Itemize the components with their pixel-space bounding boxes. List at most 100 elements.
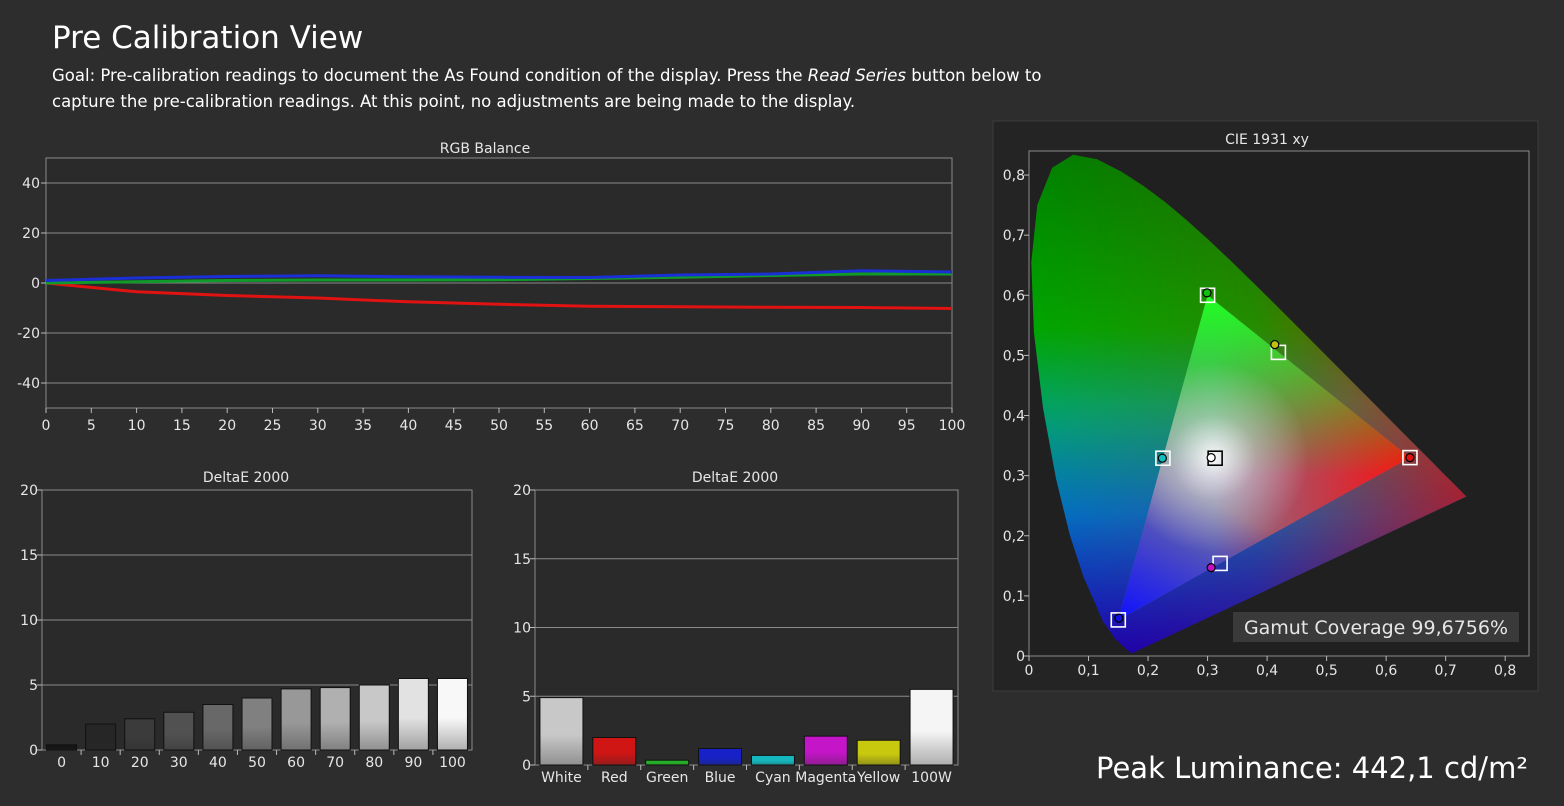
cie-measured-point bbox=[1202, 288, 1212, 298]
cie-ytick-label: 0,8 bbox=[1003, 168, 1025, 184]
deltae-bar bbox=[241, 697, 273, 751]
deltae-xtick-label: 40 bbox=[209, 755, 227, 771]
rgb-xtick-label: 55 bbox=[535, 418, 553, 434]
cie-xtick-label: 0,2 bbox=[1137, 663, 1159, 679]
rgb-balance-chart: RGB Balance 40 20 0 -20 -40 0 5 10 15 20 25 30 35 40 4… bbox=[17, 141, 966, 434]
deltae-ytick-label: 15 bbox=[20, 548, 38, 564]
deltae-xtick-label: 20 bbox=[131, 755, 149, 771]
deltae-xtick-label: Red bbox=[601, 770, 628, 786]
rgb-xtick-label: 35 bbox=[354, 418, 372, 434]
deltae-xtick-label: Blue bbox=[705, 770, 736, 786]
deltae-xtick-label: 30 bbox=[170, 755, 188, 771]
cie-measured-point bbox=[1114, 613, 1124, 623]
cie-ytick-label: 0,3 bbox=[1003, 469, 1025, 485]
deltae-grayscale-title: DeltaE 2000 bbox=[203, 470, 289, 486]
deltae-colors-chart: DeltaE 2000 20 15 10 5 0 White Red Green Blue Cya… bbox=[513, 470, 959, 786]
rgb-xtick-label: 75 bbox=[717, 418, 735, 434]
deltae-bar bbox=[909, 688, 954, 766]
cie-ytick-label: 0,6 bbox=[1003, 288, 1025, 304]
deltae-xtick-label: 0 bbox=[57, 755, 66, 771]
rgb-ytick-label: -40 bbox=[17, 376, 40, 392]
rgb-xtick-label: 85 bbox=[807, 418, 825, 434]
deltae-bar bbox=[698, 748, 743, 766]
deltae-xtick-label: Cyan bbox=[755, 770, 791, 786]
deltae-bar bbox=[163, 711, 195, 751]
deltae-xtick-label: 50 bbox=[248, 755, 266, 771]
cie-xtick-label: 0,7 bbox=[1435, 663, 1457, 679]
deltae-xtick-label: 100W bbox=[911, 770, 952, 786]
deltae-xtick-label: Magenta bbox=[795, 770, 856, 786]
cie-title: CIE 1931 xy bbox=[1225, 132, 1309, 148]
deltae-grayscale-chart: DeltaE 2000 201510500 10 20 30 40 50 60 70 80 90 1… bbox=[20, 470, 473, 771]
rgb-xtick-label: 0 bbox=[42, 418, 51, 434]
rgb-xtick-label: 100 bbox=[939, 418, 966, 434]
deltae-bar bbox=[124, 718, 156, 751]
deltae-bar bbox=[645, 759, 690, 766]
rgb-xtick-label: 70 bbox=[671, 418, 689, 434]
rgb-xtick-label: 20 bbox=[218, 418, 236, 434]
deltae-bar bbox=[85, 723, 117, 751]
deltae-xtick-label: Yellow bbox=[856, 770, 900, 786]
deltae-bar bbox=[856, 739, 901, 766]
cie-xtick-label: 0 bbox=[1025, 663, 1034, 679]
deltae-bar bbox=[539, 697, 584, 766]
cie-ytick-label: 0 bbox=[1016, 649, 1025, 665]
cie-xtick-label: 0,3 bbox=[1196, 663, 1218, 679]
deltae-xtick-label: Green bbox=[646, 770, 688, 786]
rgb-xtick-label: 45 bbox=[445, 418, 463, 434]
rgb-xtick-label: 25 bbox=[264, 418, 282, 434]
deltae-bar bbox=[803, 735, 848, 766]
cie-xtick-label: 0,6 bbox=[1375, 663, 1397, 679]
cie-ytick-label: 0,5 bbox=[1003, 348, 1025, 364]
page-title: Pre Calibration View bbox=[52, 20, 364, 56]
cie-1931-chart: CIE 1931 xy 0 0,1 0,2 0,3 0,4 0,5 0,6 0,7 0,8 0,8… bbox=[992, 120, 1539, 692]
rgb-xtick-label: 65 bbox=[626, 418, 644, 434]
rgb-xtick-label: 50 bbox=[490, 418, 508, 434]
gamut-coverage-label: Gamut Coverage 99,6756% bbox=[1244, 617, 1508, 639]
rgb-xtick-label: 40 bbox=[399, 418, 417, 434]
deltae-xtick-label: 90 bbox=[404, 755, 422, 771]
read-series-reference: Read Series bbox=[807, 66, 906, 85]
rgb-xtick-label: 90 bbox=[852, 418, 870, 434]
rgb-xtick-label: 5 bbox=[87, 418, 96, 434]
rgb-xtick-label: 15 bbox=[173, 418, 191, 434]
rgb-xtick-label: 95 bbox=[898, 418, 916, 434]
rgb-ytick-label: 0 bbox=[31, 276, 40, 292]
deltae-ytick-label: 10 bbox=[513, 621, 531, 637]
cie-ytick-label: 0,1 bbox=[1003, 589, 1025, 605]
goal-description: Goal: Pre-calibration readings to docume… bbox=[52, 63, 1052, 115]
deltae-ytick-label: 0 bbox=[29, 743, 38, 759]
rgb-xtick-label: 60 bbox=[581, 418, 599, 434]
deltae-xtick-label: 60 bbox=[287, 755, 305, 771]
rgb-balance-title: RGB Balance bbox=[440, 141, 530, 157]
cie-measured-point bbox=[1206, 563, 1216, 573]
deltae-ytick-label: 20 bbox=[20, 483, 38, 499]
cie-ytick-label: 0,7 bbox=[1003, 228, 1025, 244]
deltae-ytick-label: 10 bbox=[20, 613, 38, 629]
cie-measured-point bbox=[1206, 453, 1216, 463]
deltae-ytick-label: 15 bbox=[513, 552, 531, 568]
rgb-xtick-label: 80 bbox=[762, 418, 780, 434]
deltae-ytick-label: 20 bbox=[513, 483, 531, 499]
deltae-xtick-label: 10 bbox=[92, 755, 110, 771]
rgb-xtick-label: 10 bbox=[128, 418, 146, 434]
deltae-bar bbox=[592, 737, 637, 766]
deltae-bar bbox=[202, 704, 234, 751]
deltae-xtick-label: 100 bbox=[439, 755, 466, 771]
deltae-bar bbox=[280, 688, 312, 751]
deltae-ytick-label: 0 bbox=[522, 758, 531, 774]
cie-ytick-label: 0,2 bbox=[1003, 529, 1025, 545]
cie-measured-point bbox=[1157, 453, 1167, 463]
deltae-bar bbox=[358, 684, 390, 751]
goal-text-prefix: Goal: Pre-calibration readings to docume… bbox=[52, 66, 808, 85]
cie-xtick-label: 0,5 bbox=[1315, 663, 1337, 679]
rgb-ytick-label: 40 bbox=[22, 176, 40, 192]
deltae-bar bbox=[436, 678, 468, 751]
cie-ytick-label: 0,4 bbox=[1003, 409, 1025, 425]
deltae-xtick-label: 80 bbox=[365, 755, 383, 771]
deltae-bar bbox=[750, 754, 795, 766]
peak-luminance: Peak Luminance: 442,1 cd/m² bbox=[1096, 751, 1528, 785]
cie-measured-point bbox=[1270, 339, 1280, 350]
rgb-xtick-label: 30 bbox=[309, 418, 327, 434]
deltae-bar bbox=[397, 678, 429, 751]
